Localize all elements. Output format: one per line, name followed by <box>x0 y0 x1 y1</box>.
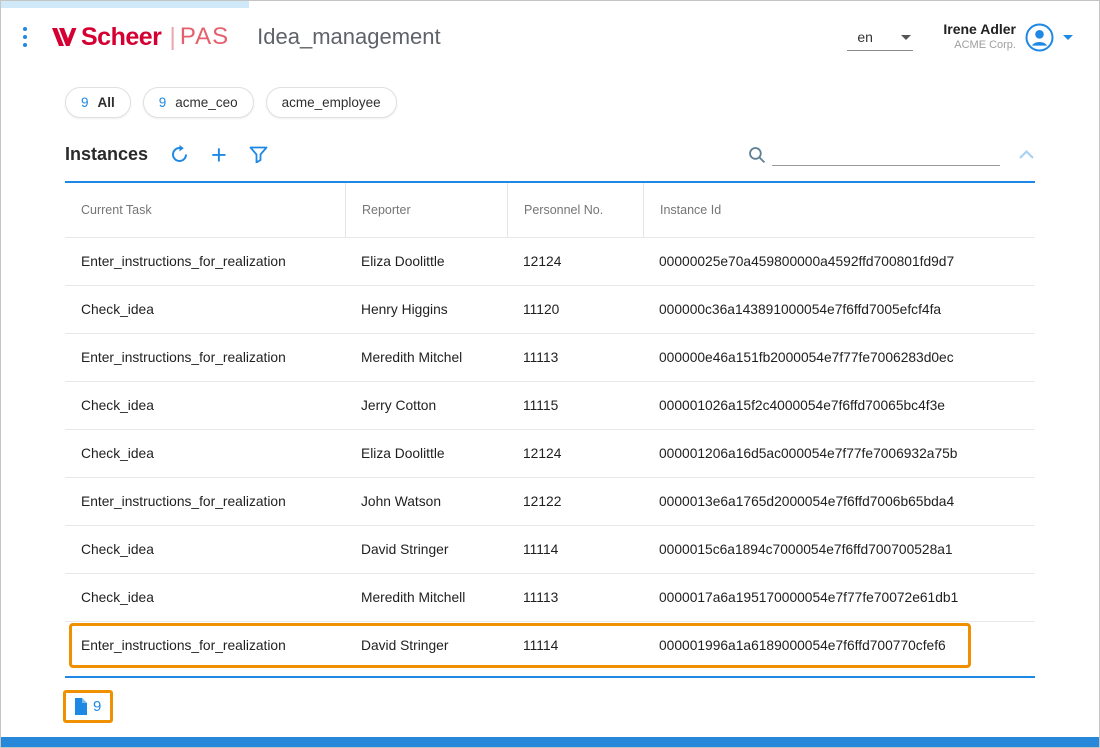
page-count-value: 9 <box>93 698 101 715</box>
cell-instance-id: 0000017a6a195170000054e7f77fe70072e61db1 <box>643 574 1035 621</box>
user-text: Irene Adler ACME Corp. <box>943 21 1016 52</box>
chevron-down-icon <box>901 35 911 40</box>
chip-label: acme_employee <box>282 95 381 110</box>
cell-instance-id: 00000025e70a459800000a4592ffd700801fd9d7 <box>643 238 1035 285</box>
user-menu[interactable]: Irene Adler ACME Corp. <box>943 21 1073 52</box>
cell-reporter: Meredith Mitchell <box>345 574 507 621</box>
table-row[interactable]: Check_idea David Stringer 11114 0000015c… <box>65 525 1035 573</box>
cell-current-task: Check_idea <box>65 430 345 477</box>
table-row[interactable]: Check_idea Meredith Mitchell 11113 00000… <box>65 573 1035 621</box>
search-icon[interactable] <box>748 146 766 164</box>
scheer-logo-mark-icon <box>51 26 77 48</box>
scheer-pas-logo: Scheer | PAS <box>51 23 229 52</box>
menu-kebab-icon[interactable] <box>17 21 33 53</box>
cell-instance-id: 000001026a15f2c4000054e7f6ffd70065bc4f3e <box>643 382 1035 429</box>
file-icon <box>73 697 88 716</box>
table-row[interactable]: Check_idea Eliza Doolittle 12124 0000012… <box>65 429 1035 477</box>
cell-instance-id: 000001996a1a6189000054e7f6ffd700770cfef6 <box>643 622 1035 669</box>
table-row[interactable]: Check_idea Henry Higgins 11120 000000c36… <box>65 285 1035 333</box>
cell-personnel-no: 11113 <box>507 574 643 621</box>
cell-reporter: John Watson <box>345 478 507 525</box>
page-title: Idea_management <box>257 24 440 50</box>
brand-name: Scheer <box>81 23 161 52</box>
instances-toolbar: Instances + <box>65 143 1035 166</box>
cell-instance-id: 0000015c6a1894c7000054e7f6ffd700700528a1 <box>643 526 1035 573</box>
cell-current-task: Check_idea <box>65 286 345 333</box>
search-area <box>748 143 1035 166</box>
chip-count: 9 <box>159 95 167 110</box>
table-header-row: Current Task Reporter Personnel No. Inst… <box>65 183 1035 237</box>
table-row[interactable]: Enter_instructions_for_realization David… <box>65 621 1035 669</box>
cell-current-task: Check_idea <box>65 574 345 621</box>
cell-instance-id: 000000c36a143891000054e7f6ffd7005efcf4fa <box>643 286 1035 333</box>
chip-row: 9 All 9 acme_ceo acme_employee <box>65 87 1099 118</box>
cell-reporter: Eliza Doolittle <box>345 238 507 285</box>
cell-reporter: Meredith Mitchel <box>345 334 507 381</box>
header-right: en Irene Adler ACME Corp. <box>847 21 1073 52</box>
chip-label: acme_ceo <box>175 95 237 110</box>
cell-personnel-no: 11120 <box>507 286 643 333</box>
collapse-panel-chevron-up-icon[interactable] <box>1018 149 1035 160</box>
add-instance-button[interactable]: + <box>211 146 227 164</box>
user-name: Irene Adler <box>943 21 1016 39</box>
user-org: ACME Corp. <box>943 39 1016 53</box>
refresh-button[interactable] <box>170 145 189 164</box>
cell-personnel-no: 12122 <box>507 478 643 525</box>
cell-personnel-no: 12124 <box>507 238 643 285</box>
cell-current-task: Enter_instructions_for_realization <box>65 622 345 669</box>
cell-instance-id: 000000e46a151fb2000054e7f77fe7006283d0ec <box>643 334 1035 381</box>
cell-current-task: Enter_instructions_for_realization <box>65 238 345 285</box>
avatar-icon <box>1024 22 1055 53</box>
search-input[interactable] <box>772 143 1000 166</box>
filter-chip-acme_ceo[interactable]: 9 acme_ceo <box>143 87 254 118</box>
filter-chip-all[interactable]: 9 All <box>65 87 131 118</box>
cell-reporter: Eliza Doolittle <box>345 430 507 477</box>
cell-personnel-no: 12124 <box>507 430 643 477</box>
cell-reporter: Jerry Cotton <box>345 382 507 429</box>
app-header: Scheer | PAS Idea_management en Irene Ad… <box>1 1 1099 61</box>
brand-product: PAS <box>180 23 229 51</box>
filter-button[interactable] <box>249 146 268 163</box>
chip-count: 9 <box>81 95 89 110</box>
cell-current-task: Enter_instructions_for_realization <box>65 478 345 525</box>
bottom-accent-bar <box>1 737 1099 747</box>
table-body: Enter_instructions_for_realization Eliza… <box>65 237 1035 669</box>
cell-instance-id: 0000013e6a1765d2000054e7f6ffd7006b65bda4 <box>643 478 1035 525</box>
table-row[interactable]: Check_idea Jerry Cotton 11115 000001026a… <box>65 381 1035 429</box>
column-header-personnel-no: Personnel No. <box>507 183 643 237</box>
plus-icon: + <box>211 146 227 164</box>
language-select[interactable]: en <box>847 27 913 51</box>
column-header-instance-id: Instance Id <box>643 183 1035 237</box>
table-row[interactable]: Enter_instructions_for_realization Eliza… <box>65 237 1035 285</box>
cell-personnel-no: 11114 <box>507 622 643 669</box>
brand-separator: | <box>169 23 176 52</box>
cell-current-task: Check_idea <box>65 526 345 573</box>
column-header-reporter: Reporter <box>345 183 507 237</box>
table-row[interactable]: Enter_instructions_for_realization Mered… <box>65 333 1035 381</box>
page-count-control[interactable]: 9 <box>63 690 113 723</box>
cell-personnel-no: 11114 <box>507 526 643 573</box>
cell-current-task: Enter_instructions_for_realization <box>65 334 345 381</box>
app-window: Scheer | PAS Idea_management en Irene Ad… <box>0 0 1100 748</box>
filter-chip-acme_employee[interactable]: acme_employee <box>266 87 397 118</box>
cell-personnel-no: 11113 <box>507 334 643 381</box>
instances-title: Instances <box>65 144 148 165</box>
instances-table: Current Task Reporter Personnel No. Inst… <box>65 181 1035 678</box>
cell-instance-id: 000001206a16d5ac000054e7f77fe7006932a75b <box>643 430 1035 477</box>
language-value: en <box>857 29 873 45</box>
table-row[interactable]: Enter_instructions_for_realization John … <box>65 477 1035 525</box>
funnel-icon <box>249 146 268 163</box>
chevron-down-icon <box>1063 35 1073 40</box>
cell-personnel-no: 11115 <box>507 382 643 429</box>
cell-current-task: Check_idea <box>65 382 345 429</box>
cell-reporter: Henry Higgins <box>345 286 507 333</box>
cell-reporter: David Stringer <box>345 622 507 669</box>
browser-tab-sliver <box>1 1 249 8</box>
cell-reporter: David Stringer <box>345 526 507 573</box>
column-header-current-task: Current Task <box>65 183 345 237</box>
chip-label: All <box>98 95 115 110</box>
